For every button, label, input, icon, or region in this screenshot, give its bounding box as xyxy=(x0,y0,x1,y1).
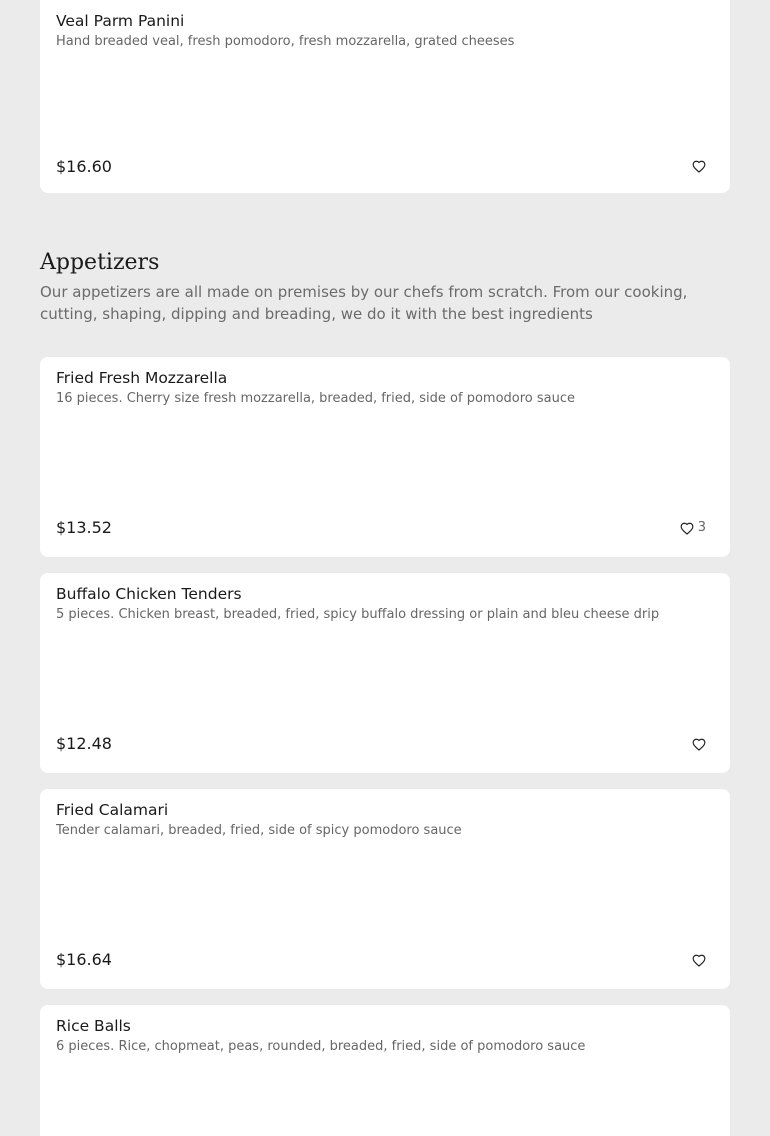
section-title: Appetizers xyxy=(40,250,160,275)
menu-item-name: Fried Calamari xyxy=(56,801,169,819)
menu-item-price: $12.48 xyxy=(56,734,112,753)
menu-item-name: Veal Parm Panini xyxy=(56,12,185,30)
menu-item-name: Buffalo Chicken Tenders xyxy=(56,585,242,603)
menu-item-description: Hand breaded veal, fresh pomodoro, fresh… xyxy=(56,34,515,49)
favorite-count: 3 xyxy=(697,520,706,535)
heart-outline-icon xyxy=(692,160,706,173)
menu-item-price: $13.52 xyxy=(56,518,112,537)
favorite-button[interactable]: 3 xyxy=(680,519,706,537)
menu-item-description: 5 pieces. Chicken breast, breaded, fried… xyxy=(56,607,660,622)
menu-item-price: $16.64 xyxy=(56,950,112,969)
heart-outline-icon xyxy=(692,738,706,751)
menu-item-description: 16 pieces. Cherry size fresh mozzarella,… xyxy=(56,391,575,406)
menu-item-card[interactable]: Fried Fresh Mozzarella 16 pieces. Cherry… xyxy=(40,357,730,557)
menu-item-card[interactable]: Fried Calamari Tender calamari, breaded,… xyxy=(40,789,730,989)
menu-item-description: 6 pieces. Rice, chopmeat, peas, rounded,… xyxy=(56,1039,586,1054)
favorite-button[interactable] xyxy=(692,735,706,753)
menu-item-description: Tender calamari, breaded, fried, side of… xyxy=(56,823,462,838)
menu-item-name: Rice Balls xyxy=(56,1017,131,1035)
favorite-button[interactable] xyxy=(692,157,706,175)
menu-item-card[interactable]: Veal Parm Panini Hand breaded veal, fres… xyxy=(40,0,730,193)
heart-outline-icon xyxy=(692,954,706,967)
section-description: Our appetizers are all made on premises … xyxy=(40,283,688,323)
menu-item-price: $16.60 xyxy=(56,157,112,176)
heart-outline-icon xyxy=(680,522,694,535)
menu-item-card[interactable]: Buffalo Chicken Tenders 5 pieces. Chicke… xyxy=(40,573,730,773)
menu-item-card[interactable]: Rice Balls 6 pieces. Rice, chopmeat, pea… xyxy=(40,1005,730,1136)
favorite-button[interactable] xyxy=(692,951,706,969)
menu-item-name: Fried Fresh Mozzarella xyxy=(56,369,228,387)
